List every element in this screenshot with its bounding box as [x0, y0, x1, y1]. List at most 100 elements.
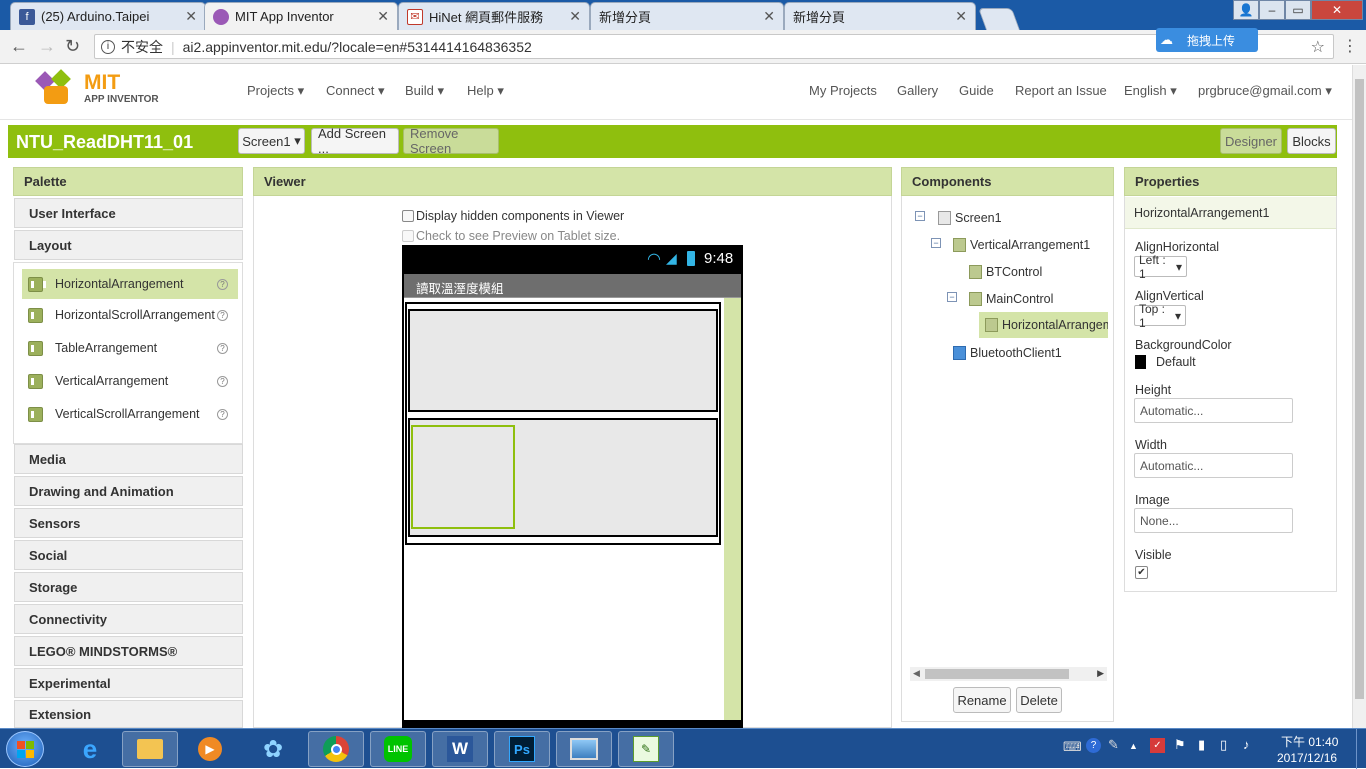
link-guide[interactable]: Guide	[959, 83, 994, 98]
palette-category-connectivity[interactable]: Connectivity	[14, 604, 243, 634]
tree-verticalarrangement1[interactable]: VerticalArrangement1	[953, 235, 1090, 255]
maincontrol-arrangement[interactable]	[408, 418, 718, 537]
chrome-icon[interactable]	[308, 731, 364, 767]
palette-category-extension[interactable]: Extension	[14, 700, 243, 728]
menu-build[interactable]: Build ▾	[405, 83, 444, 99]
help-icon[interactable]: ?	[217, 408, 228, 420]
visible-checkbox[interactable]: ✔	[1135, 566, 1148, 579]
cloud-sync-icon[interactable]: ✿	[245, 731, 301, 767]
collapse-toggle[interactable]: −	[931, 238, 941, 248]
battery-tray-icon[interactable]: ▯	[1220, 737, 1227, 753]
palette-category-drawing-animation[interactable]: Drawing and Animation	[14, 476, 243, 506]
palette-category-media[interactable]: Media	[14, 444, 243, 474]
display-hidden-option[interactable]: Display hidden components in Viewer	[402, 209, 624, 223]
help-icon[interactable]: ?	[217, 278, 228, 290]
menu-icon[interactable]: ⋮	[1342, 36, 1358, 56]
photoshop-icon[interactable]: Ps	[494, 731, 550, 767]
close-icon[interactable]: ✕	[185, 8, 197, 25]
tab-hinet-mail[interactable]: ✉ HiNet 網頁郵件服務 ✕	[398, 2, 590, 30]
start-button[interactable]	[6, 731, 44, 767]
maximize-icon[interactable]: ▭	[1285, 0, 1311, 20]
scrollbar-thumb[interactable]	[925, 669, 1069, 679]
keyboard-icon[interactable]: ⌨	[1063, 739, 1082, 755]
close-window-icon[interactable]: ✕	[1311, 0, 1363, 20]
internet-explorer-icon[interactable]: e	[62, 731, 118, 767]
arduino-ide-icon[interactable]: ✎	[618, 731, 674, 767]
palette-category-social[interactable]: Social	[14, 540, 243, 570]
photo-viewer-icon[interactable]	[556, 731, 612, 767]
new-tab-button[interactable]	[977, 8, 1021, 30]
file-explorer-icon[interactable]	[122, 731, 178, 767]
close-icon[interactable]: ✕	[955, 8, 967, 25]
minimize-icon[interactable]: –	[1259, 0, 1285, 20]
help-tray-icon[interactable]: ?	[1086, 738, 1101, 753]
address-bar[interactable]: i 不安全 | ai2.appinventor.mit.edu/?locale=…	[94, 34, 1334, 59]
upload-button[interactable]: ☁ 拖拽上传	[1156, 28, 1258, 52]
height-field[interactable]: Automatic...	[1134, 398, 1293, 423]
show-hidden-icons[interactable]: ▲	[1129, 741, 1138, 751]
menu-connect[interactable]: Connect ▾	[326, 83, 385, 99]
scrollbar-thumb[interactable]	[1355, 79, 1364, 699]
antivirus-tray-icon[interactable]: ✓	[1150, 738, 1165, 753]
palette-category-lego[interactable]: LEGO® MINDSTORMS®	[14, 636, 243, 666]
menu-projects[interactable]: Projects ▾	[247, 83, 304, 99]
add-screen-button[interactable]: Add Screen ...	[311, 126, 399, 156]
line-icon[interactable]: LINE	[370, 731, 426, 767]
close-icon[interactable]: ✕	[569, 8, 581, 25]
scroll-right-icon[interactable]: ▶	[1097, 668, 1104, 679]
image-field[interactable]: None...	[1134, 508, 1293, 533]
tab-new-1[interactable]: 新增分頁 ✕	[590, 2, 784, 30]
word-icon[interactable]: W	[432, 731, 488, 767]
close-icon[interactable]: ✕	[377, 8, 389, 25]
designer-button[interactable]: Designer	[1220, 128, 1282, 154]
phone-screen[interactable]	[404, 298, 741, 720]
tab-new-2[interactable]: 新增分頁 ✕	[784, 2, 976, 30]
link-gallery[interactable]: Gallery	[897, 83, 938, 98]
back-icon[interactable]: ←	[10, 36, 28, 57]
background-color-picker[interactable]: Default	[1135, 355, 1196, 369]
tablet-preview-option[interactable]: Check to see Preview on Tablet size.	[402, 229, 620, 243]
page-scrollbar[interactable]	[1352, 65, 1366, 728]
info-icon[interactable]: i	[101, 39, 115, 54]
tablet-preview-checkbox[interactable]	[402, 230, 414, 242]
appinventor-logo-icon[interactable]	[35, 69, 78, 108]
palette-item-tablearrangement[interactable]: TableArrangement ?	[22, 333, 238, 363]
scroll-left-icon[interactable]: ◀	[913, 668, 920, 679]
close-icon[interactable]: ✕	[763, 8, 775, 25]
width-field[interactable]: Automatic...	[1134, 453, 1293, 478]
tree-maincontrol[interactable]: MainControl	[969, 289, 1053, 309]
reload-icon[interactable]: ↻	[65, 36, 80, 57]
rename-button[interactable]: Rename	[953, 687, 1011, 713]
tab-mit-app-inventor[interactable]: MIT App Inventor ✕	[204, 2, 398, 30]
pen-tray-icon[interactable]: ✎	[1108, 737, 1119, 753]
account-menu[interactable]: prgbruce@gmail.com ▾	[1198, 83, 1332, 99]
tree-btcontrol[interactable]: BTControl	[969, 262, 1042, 282]
language-menu[interactable]: English ▾	[1124, 83, 1177, 99]
bookmark-star-icon[interactable]: ☆	[1311, 37, 1325, 57]
help-icon[interactable]: ?	[217, 342, 228, 354]
vertical-arrangement1[interactable]	[405, 302, 721, 545]
link-report-issue[interactable]: Report an Issue	[1015, 83, 1107, 98]
network-icon[interactable]: ▮	[1198, 737, 1205, 753]
link-my-projects[interactable]: My Projects	[809, 83, 877, 98]
components-hscrollbar[interactable]: ◀ ▶	[910, 667, 1107, 681]
help-icon[interactable]: ?	[217, 309, 228, 321]
screen-select[interactable]: Screen1 ▾	[238, 128, 305, 154]
palette-category-storage[interactable]: Storage	[14, 572, 243, 602]
tab-arduino-taipei[interactable]: f (25) Arduino.Taipei ✕	[10, 2, 206, 30]
palette-category-experimental[interactable]: Experimental	[14, 668, 243, 698]
taskbar-date[interactable]: 2017/12/16	[1277, 751, 1337, 765]
palette-item-verticalarrangement[interactable]: VerticalArrangement ?	[22, 366, 238, 396]
show-desktop-button[interactable]	[1356, 729, 1366, 769]
tree-bluetoothclient1[interactable]: BluetoothClient1	[953, 343, 1062, 363]
taskbar-time[interactable]: 下午 01:40	[1281, 733, 1338, 750]
palette-category-layout[interactable]: Layout	[14, 230, 243, 260]
display-hidden-checkbox[interactable]	[402, 210, 414, 222]
tree-horizontalarrangement1[interactable]: HorizontalArrangement1	[979, 312, 1108, 338]
align-horizontal-select[interactable]: Left : 1 ▾	[1134, 253, 1187, 281]
palette-item-horizontalarrangement[interactable]: HorizontalArrangement ?	[22, 269, 238, 299]
align-vertical-select[interactable]: Top : 1 ▾	[1134, 302, 1186, 330]
blocks-button[interactable]: Blocks	[1287, 128, 1336, 154]
palette-item-verticalscrollarrangement[interactable]: VerticalScrollArrangement ?	[22, 399, 238, 429]
collapse-toggle[interactable]: −	[947, 292, 957, 302]
